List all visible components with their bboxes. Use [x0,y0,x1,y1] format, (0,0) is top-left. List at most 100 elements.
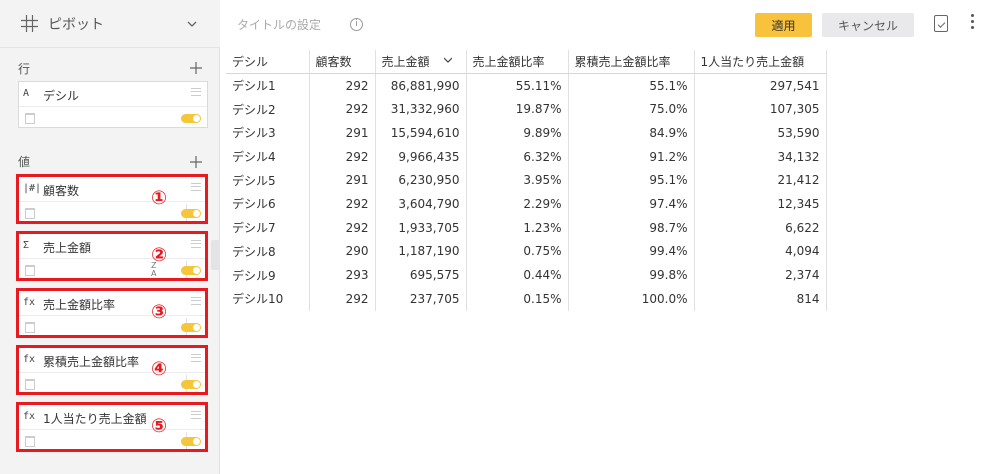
table-cell: 6.32% [466,144,569,169]
table-cell: 84.9% [568,121,695,145]
table-cell: 34,132 [694,144,827,169]
table-cell: 0.15% [466,286,569,311]
panel-collapse-handle[interactable] [211,240,220,270]
pivot-panel: ピボット 行 A デシル 値 |#| 顧客数 ① Σ 売上金額 Z A ② fx… [0,0,220,474]
table-cell: 814 [694,286,827,311]
table-cell: 4,094 [694,239,827,264]
table-cell: 237,705 [375,286,467,311]
chevron-down-icon[interactable] [186,18,198,30]
table-cell: 297,541 [694,73,827,98]
table-cell: 0.44% [466,263,569,287]
table-cell: 292 [309,144,376,169]
table-cell: 1,933,705 [375,215,467,240]
table-cell: 99.8% [568,263,695,287]
table-cell: 3,604,790 [375,192,467,216]
annotation-number: ② [151,244,168,266]
table-cell: 2,374 [694,263,827,287]
table-row: デシル8 290 1,187,190 0.75% 99.4% 4,094 [226,239,827,264]
table-cell: 292 [309,73,376,98]
title-setting-input[interactable]: タイトルの設定 [237,16,321,33]
table-cell: 86,881,990 [375,73,467,98]
table-cell: 6,622 [694,215,827,240]
column-header[interactable]: 売上金額比率 [466,50,569,75]
table-cell: 21,412 [694,168,827,193]
more-options-icon[interactable] [971,14,975,32]
column-header[interactable]: 累積売上金額比率 [568,50,695,75]
table-cell: 1,187,190 [375,239,467,264]
cancel-button[interactable]: キャンセル [822,13,914,37]
row-header-cell: デシル7 [226,215,310,240]
highlight-box [16,174,208,224]
table-cell: 290 [309,239,376,264]
row-header-cell: デシル8 [226,239,310,264]
row-header-cell: デシル4 [226,144,310,169]
table-cell: 75.0% [568,97,695,122]
table-cell: 99.4% [568,239,695,264]
add-value-plus-icon[interactable] [190,156,202,168]
column-header[interactable]: 顧客数 [309,50,376,75]
highlight-box [16,402,208,452]
table-row: デシル2 292 31,332,960 19.87% 75.0% 107,305 [226,97,827,122]
annotation-number: ④ [151,358,168,380]
table-row: デシル9 293 695,575 0.44% 99.8% 2,374 [226,263,827,287]
table-cell: 55.1% [568,73,695,98]
row-field-card[interactable]: A デシル [18,81,208,128]
column-header-label: 売上金額 [381,55,430,70]
pivot-table: デシル 顧客数 売上金額 売上金額比率 累積売上金額比率 1人当たり売上金額 デ… [226,50,827,311]
table-cell: 107,305 [694,97,827,122]
table-row: デシル10 292 237,705 0.15% 100.0% 814 [226,286,827,311]
info-icon[interactable]: i [350,18,363,31]
table-cell: 2.29% [466,192,569,216]
toggle-switch[interactable] [181,114,201,123]
table-cell: 55.11% [466,73,569,98]
table-cell: 6,230,950 [375,168,467,193]
table-row: デシル1 292 86,881,990 55.11% 55.1% 297,541 [226,73,827,98]
row-header-cell: デシル9 [226,263,310,287]
save-document-icon[interactable] [934,15,948,32]
highlight-box [16,231,208,281]
table-row: デシル4 292 9,966,435 6.32% 91.2% 34,132 [226,144,827,169]
table-cell: 3.95% [466,168,569,193]
grid-icon [21,15,38,32]
table-row: デシル7 292 1,933,705 1.23% 98.7% 6,622 [226,215,827,240]
table-cell: 292 [309,286,376,311]
apply-button[interactable]: 適用 [755,13,812,37]
row-field-label: デシル [43,89,80,103]
table-cell: 97.4% [568,192,695,216]
card-divider [19,106,207,107]
table-cell: 292 [309,215,376,240]
table-cell: 100.0% [568,286,695,311]
table-cell: 695,575 [375,263,467,287]
drag-handle-icon[interactable] [191,88,201,96]
row-header-cell: デシル2 [226,97,310,122]
chevron-down-icon[interactable] [443,56,452,64]
table-cell: 53,590 [694,121,827,145]
pivot-header[interactable]: ピボット [0,0,220,48]
table-cell: 9,966,435 [375,144,467,169]
row-header-cell: デシル6 [226,192,310,216]
column-header[interactable]: デシル [226,50,310,75]
trash-icon[interactable] [25,113,35,124]
column-header-sorted[interactable]: 売上金額 [375,50,467,75]
table-cell: 9.89% [466,121,569,145]
highlight-box [16,345,208,395]
values-section-label: 値 [18,155,31,169]
row-header-cell: デシル1 [226,73,310,98]
table-cell: 91.2% [568,144,695,169]
table-cell: 31,332,960 [375,97,467,122]
table-cell: 98.7% [568,215,695,240]
table-row: デシル3 291 15,594,610 9.89% 84.9% 53,590 [226,121,827,145]
table-cell: 95.1% [568,168,695,193]
column-header[interactable]: 1人当たり売上金額 [694,50,827,75]
table-cell: 292 [309,97,376,122]
table-cell: 15,594,610 [375,121,467,145]
table-cell: 291 [309,121,376,145]
table-cell: 0.75% [466,239,569,264]
pivot-title: ピボット [48,17,104,33]
table-row: デシル6 292 3,604,790 2.29% 97.4% 12,345 [226,192,827,216]
table-row: デシル5 291 6,230,950 3.95% 95.1% 21,412 [226,168,827,193]
add-row-plus-icon[interactable] [190,62,202,74]
table-cell: 12,345 [694,192,827,216]
table-header-row: デシル 顧客数 売上金額 売上金額比率 累積売上金額比率 1人当たり売上金額 [226,50,827,75]
highlight-box [16,288,208,338]
